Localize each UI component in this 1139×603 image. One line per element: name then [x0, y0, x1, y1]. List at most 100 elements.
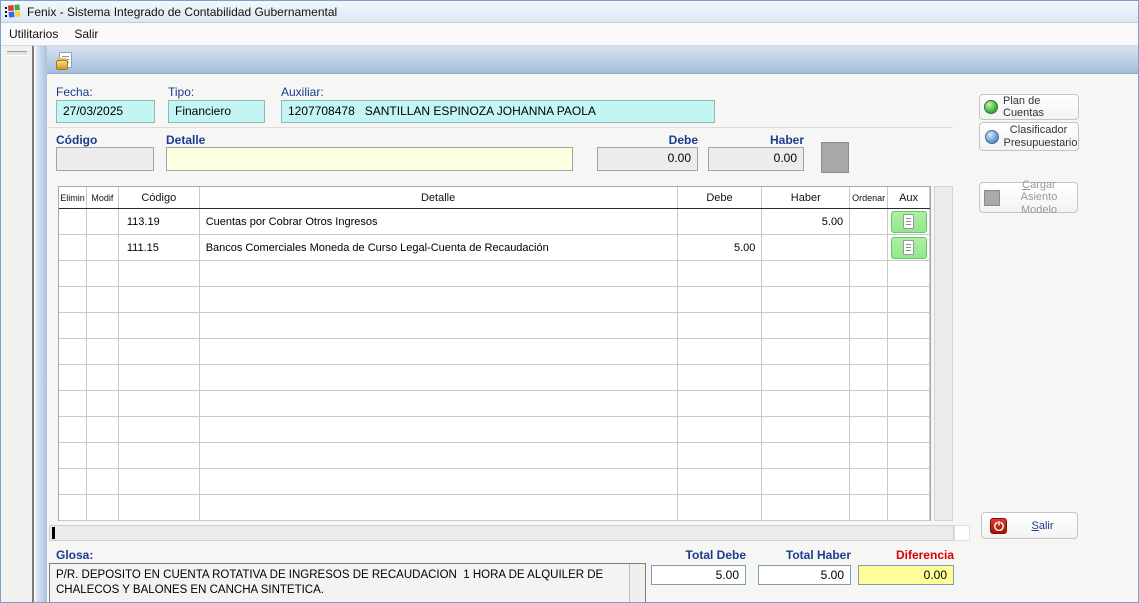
toolbar — [47, 46, 1138, 74]
scrollbar-corner — [954, 525, 970, 541]
table-row-empty — [59, 443, 930, 469]
clasificador-presupuestario-button[interactable]: Clasificador Presupuestario — [979, 122, 1079, 151]
codigo-entry-field[interactable] — [56, 147, 154, 171]
col-header-codigo[interactable]: Código — [119, 187, 200, 208]
table-row[interactable]: 111.15 Bancos Comerciales Moneda de Curso… — [59, 235, 930, 261]
plan-de-cuentas-button[interactable]: Plan de Cuentas — [979, 94, 1079, 120]
col-header-detalle[interactable]: Detalle — [200, 187, 678, 208]
fecha-field[interactable]: 27/03/2025 — [56, 100, 155, 123]
col-header-elimin[interactable]: Elimin — [59, 187, 87, 208]
document-coins-icon — [55, 52, 72, 70]
new-entry-toolbar-button[interactable] — [51, 48, 79, 72]
col-header-aux[interactable]: Aux — [888, 187, 930, 208]
cell-debe[interactable]: 5.00 — [678, 235, 763, 260]
cell-debe — [678, 287, 763, 312]
cell-haber — [762, 365, 851, 390]
cell-elimin — [59, 365, 87, 390]
cell-modif — [87, 417, 119, 442]
cell-codigo[interactable]: 111.15 — [119, 235, 200, 260]
cell-detalle — [200, 495, 678, 520]
cell-aux[interactable] — [888, 235, 930, 260]
cell-debe — [678, 313, 763, 338]
salir-button[interactable]: Salir — [981, 512, 1078, 539]
table-row[interactable]: 113.19 Cuentas por Cobrar Otros Ingresos 5… — [59, 209, 930, 235]
haber-entry-field[interactable]: 0.00 — [708, 147, 804, 171]
detalle-entry-field[interactable] — [166, 147, 573, 171]
aux-button[interactable] — [890, 236, 927, 259]
tipo-field[interactable]: Financiero — [168, 100, 265, 123]
cell-aux[interactable] — [888, 209, 930, 234]
cell-detalle — [200, 417, 678, 442]
auxiliar-field[interactable]: 1207708478 SANTILLAN ESPINOZA JOHANNA PA… — [281, 100, 715, 123]
cell-debe — [678, 261, 763, 286]
cell-codigo[interactable]: 113.19 — [119, 209, 200, 234]
cell-aux — [888, 365, 930, 390]
cell-debe — [678, 339, 763, 364]
cargar-asiento-label: Cargar Asiento Modelo — [1020, 178, 1058, 216]
clasificador-label: Clasificador Presupuestario — [1003, 123, 1078, 149]
entry-action-button[interactable] — [821, 142, 849, 173]
cell-aux — [888, 261, 930, 286]
auxiliar-label: Auxiliar: — [281, 85, 324, 99]
window-title: Fenix - Sistema Integrado de Contabilida… — [27, 4, 338, 19]
aux-button[interactable] — [890, 210, 927, 233]
cell-haber[interactable]: 5.00 — [762, 209, 851, 234]
total-haber-label: Total Haber — [785, 548, 851, 562]
cell-modif[interactable] — [87, 235, 119, 260]
horizontal-scrollbar-thumb[interactable] — [52, 527, 55, 539]
left-collapsed-panel[interactable] — [1, 46, 34, 602]
glosa-box[interactable]: P/R. DEPOSITO EN CUENTA ROTATIVA DE INGR… — [49, 563, 646, 602]
panel-grabber-handle[interactable] — [7, 51, 27, 56]
cell-aux — [888, 313, 930, 338]
col-header-debe[interactable]: Debe — [678, 187, 763, 208]
col-header-ordenar[interactable]: Ordenar — [850, 187, 889, 208]
cell-aux — [888, 287, 930, 312]
cell-detalle[interactable]: Cuentas por Cobrar Otros Ingresos — [200, 209, 678, 234]
cell-detalle — [200, 339, 678, 364]
cell-debe — [678, 417, 763, 442]
total-haber-field: 5.00 — [758, 565, 851, 585]
cell-elimin[interactable] — [59, 235, 87, 260]
cell-modif — [87, 495, 119, 520]
col-header-haber[interactable]: Haber — [762, 187, 851, 208]
table-row-empty — [59, 287, 930, 313]
cell-detalle — [200, 443, 678, 468]
cell-detalle[interactable]: Bancos Comerciales Moneda de Curso Legal… — [200, 235, 678, 260]
cell-ordenar[interactable] — [850, 209, 889, 234]
cell-detalle — [200, 261, 678, 286]
table-header-row: Elimin Modif Código Detalle Debe Haber O… — [59, 187, 930, 209]
cell-haber — [762, 261, 851, 286]
cargar-asiento-modelo-button[interactable]: Cargar Asiento Modelo — [979, 179, 1078, 216]
horizontal-scrollbar[interactable] — [49, 525, 954, 541]
plan-de-cuentas-label: Plan de Cuentas — [1003, 95, 1044, 119]
cell-modif[interactable] — [87, 209, 119, 234]
cell-ordenar — [850, 339, 889, 364]
cell-aux — [888, 443, 930, 468]
cell-haber — [762, 495, 851, 520]
cell-debe — [678, 495, 763, 520]
cell-ordenar[interactable] — [850, 235, 889, 260]
left-splitter-strip — [36, 46, 47, 602]
debe-entry-field[interactable]: 0.00 — [597, 147, 698, 171]
vertical-scrollbar[interactable] — [934, 186, 953, 521]
cell-modif — [87, 443, 119, 468]
cell-debe[interactable] — [678, 209, 763, 234]
cell-detalle — [200, 365, 678, 390]
col-header-modif[interactable]: Modif — [87, 187, 119, 208]
cell-elimin[interactable] — [59, 209, 87, 234]
cell-modif — [87, 261, 119, 286]
cell-elimin — [59, 261, 87, 286]
cell-haber — [762, 313, 851, 338]
menu-salir[interactable]: Salir — [66, 24, 106, 44]
table-row-empty — [59, 339, 930, 365]
menu-utilitarios[interactable]: Utilitarios — [1, 24, 66, 44]
cell-aux — [888, 417, 930, 442]
section-divider — [49, 127, 953, 128]
cell-haber — [762, 287, 851, 312]
cell-modif — [87, 313, 119, 338]
menu-bar: Utilitarios Salir — [1, 23, 1138, 46]
glosa-scrollbar[interactable] — [629, 564, 645, 602]
table-row-empty — [59, 495, 930, 521]
cell-haber[interactable] — [762, 235, 851, 260]
table-body: 113.19 Cuentas por Cobrar Otros Ingresos 5… — [59, 209, 930, 521]
